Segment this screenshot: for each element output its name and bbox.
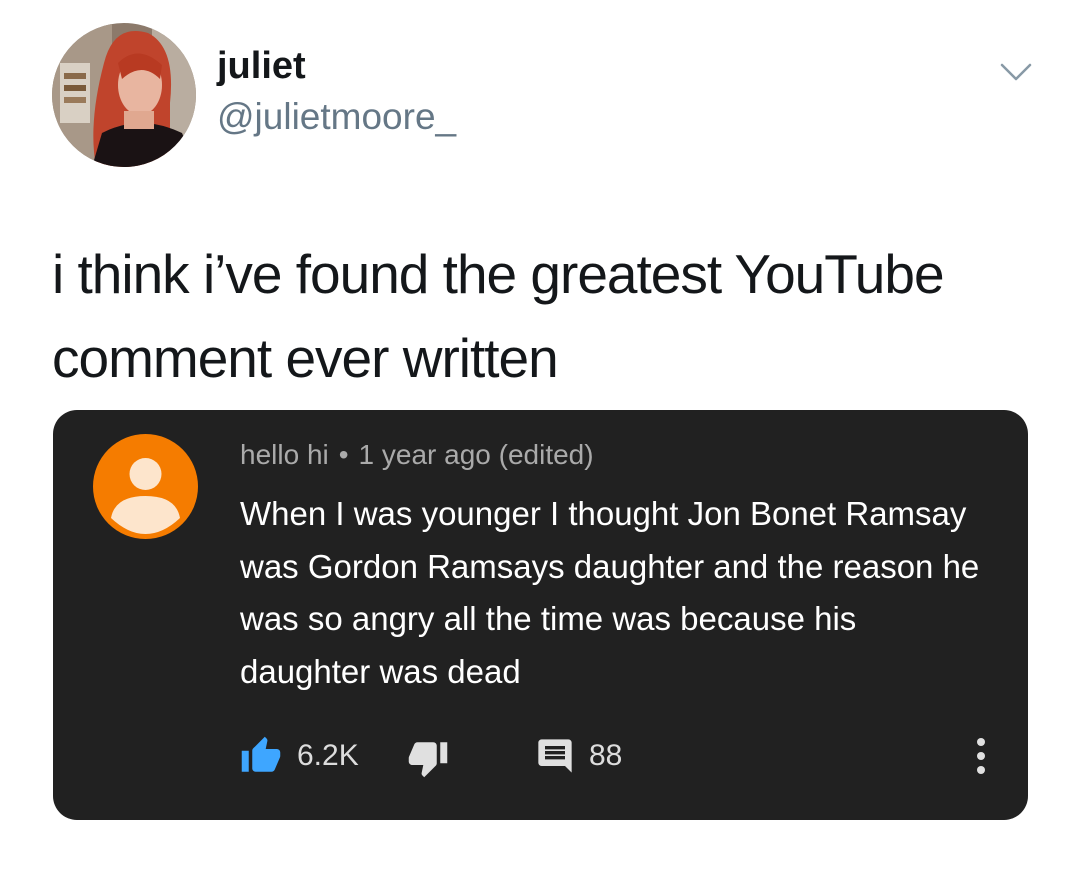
thumbs-down-icon[interactable] — [407, 737, 449, 779]
more-vertical-icon[interactable] — [973, 733, 989, 779]
comment-author-avatar[interactable] — [93, 434, 198, 539]
comment-icon[interactable] — [535, 736, 575, 776]
meta-separator: • — [338, 439, 349, 470]
author-handle[interactable]: @julietmoore_ — [217, 93, 456, 141]
like-count: 6.2K — [297, 739, 359, 772]
default-user-icon — [93, 434, 198, 539]
reply-count: 88 — [589, 739, 623, 772]
author-avatar[interactable] — [52, 23, 196, 167]
comment-text: When I was younger I thought Jon Bonet R… — [240, 495, 980, 690]
author-display-name[interactable]: juliet — [217, 42, 306, 90]
chevron-down-icon[interactable] — [999, 60, 1033, 84]
comment-meta: hello hi • 1 year ago (edited) — [240, 435, 594, 475]
profile-photo — [52, 23, 196, 167]
youtube-comment-card: hello hi • 1 year ago (edited) When I was … — [53, 410, 1028, 820]
comment-actions: 6.2K 88 — [240, 733, 1000, 779]
comment-author-name[interactable]: hello hi — [240, 439, 329, 470]
tweet-text: i think i’ve found the greatest YouTube … — [52, 243, 945, 389]
comment-timestamp[interactable]: 1 year ago (edited) — [359, 439, 594, 470]
thumbs-up-icon[interactable] — [240, 735, 282, 777]
